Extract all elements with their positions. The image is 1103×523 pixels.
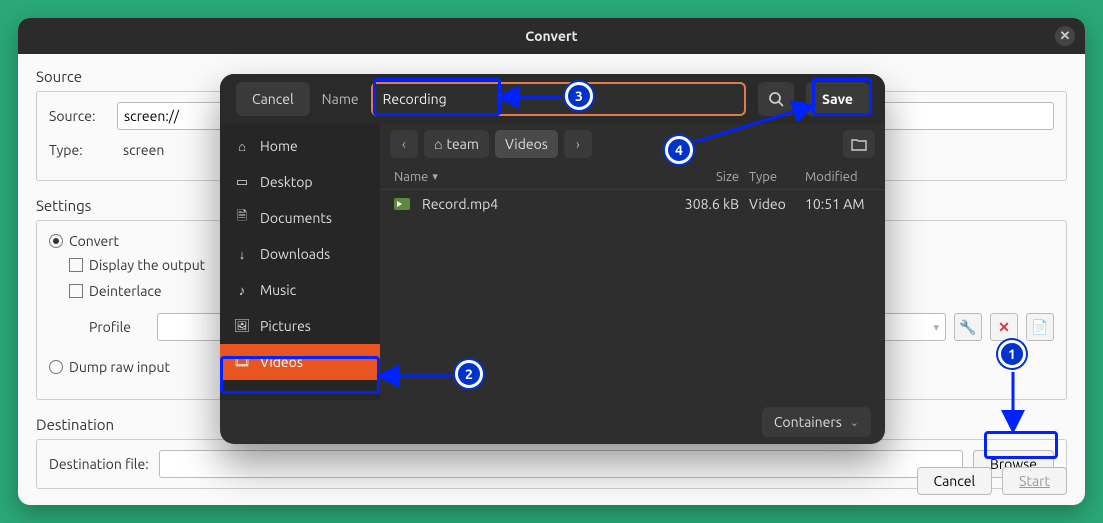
new-folder-icon[interactable] — [843, 130, 875, 158]
dest-file-label: Destination file: — [49, 456, 149, 472]
sidebar-item-downloads[interactable]: ↓ Downloads — [220, 236, 380, 272]
crumb-team[interactable]: ⌂team — [424, 130, 489, 158]
col-size-label[interactable]: Size — [669, 170, 739, 184]
places-sidebar: ⌂ Home ▭ Desktop 🗎 Documents ↓ Downloads ♪ Mu… — [220, 124, 380, 400]
cancel-button[interactable]: Cancel — [917, 467, 993, 495]
sidebar-item-label: Pictures — [260, 318, 311, 334]
destination-group: Destination file: Browse — [36, 439, 1067, 489]
music-icon: ♪ — [234, 283, 250, 298]
close-icon[interactable]: ✕ — [1055, 26, 1075, 46]
video-file-icon — [394, 198, 410, 210]
pictures-icon: 🖼 — [234, 319, 250, 334]
sidebar-item-label: Desktop — [260, 174, 313, 190]
sort-indicator-icon: ▾ — [432, 170, 438, 183]
type-label: Type: — [49, 142, 107, 158]
dump-radio-label: Dump raw input — [69, 359, 170, 375]
file-size: 308.6 kB — [669, 196, 739, 212]
filter-label: Containers — [774, 414, 842, 430]
file-type: Video — [739, 196, 795, 212]
sidebar-item-label: Music — [260, 282, 296, 298]
sidebar-item-documents[interactable]: 🗎 Documents — [220, 200, 380, 236]
sidebar-item-label: Home — [260, 138, 298, 154]
wrench-icon[interactable]: 🔧 — [954, 313, 982, 341]
desktop-icon: ▭ — [234, 175, 250, 190]
breadcrumb: ‹ ⌂team Videos › — [380, 124, 885, 164]
dest-file-input[interactable] — [159, 450, 963, 478]
file-save-dialog: Cancel Name Save ⌂ Home ▭ Desktop 🗎 Documen… — [220, 74, 885, 444]
col-name-label[interactable]: Name — [394, 170, 428, 184]
filter-combo[interactable]: Containers ⌄ — [762, 407, 871, 437]
name-label: Name — [322, 91, 359, 107]
nav-forward-icon[interactable]: › — [564, 130, 592, 158]
sidebar-item-music[interactable]: ♪ Music — [220, 272, 380, 308]
sidebar-item-desktop[interactable]: ▭ Desktop — [220, 164, 380, 200]
display-output-label: Display the output — [89, 257, 205, 273]
sidebar-item-label: Documents — [260, 210, 332, 226]
file-row[interactable]: Record.mp4 308.6 kB Video 10:51 AM — [380, 190, 885, 218]
sidebar-item-pictures[interactable]: 🖼 Pictures — [220, 308, 380, 344]
new-profile-icon[interactable]: 📄 — [1026, 313, 1054, 341]
crumb-label: Videos — [505, 136, 548, 152]
search-icon[interactable] — [758, 82, 794, 116]
sidebar-item-home[interactable]: ⌂ Home — [220, 128, 380, 164]
profile-label: Profile — [89, 319, 149, 335]
source-label: Source: — [49, 108, 107, 124]
sidebar-item-label: Downloads — [260, 246, 330, 262]
videos-icon: 🎞 — [234, 355, 250, 370]
col-modified-label[interactable]: Modified — [795, 170, 871, 184]
file-modified: 10:51 AM — [795, 196, 871, 212]
nav-back-icon[interactable]: ‹ — [390, 130, 418, 158]
home-icon: ⌂ — [234, 139, 250, 154]
titlebar: Convert ✕ — [18, 18, 1085, 54]
col-type-label[interactable]: Type — [739, 170, 795, 184]
crumb-videos[interactable]: Videos — [495, 130, 558, 158]
crumb-label: team — [446, 136, 478, 152]
sidebar-item-label: Videos — [260, 354, 303, 370]
chevron-down-icon: ⌄ — [850, 416, 859, 429]
dialog-cancel-button[interactable]: Cancel — [236, 82, 310, 116]
dump-radio[interactable]: Dump raw input — [49, 359, 170, 375]
documents-icon: 🗎 — [234, 207, 250, 229]
file-list-header: Name ▾ Size Type Modified — [380, 164, 885, 190]
filename-input[interactable] — [371, 82, 746, 116]
save-button[interactable]: Save — [806, 82, 869, 116]
convert-radio-label: Convert — [69, 233, 119, 249]
window-title: Convert — [525, 28, 577, 44]
sidebar-item-videos[interactable]: 🎞 Videos — [220, 344, 380, 380]
start-button[interactable]: Start — [1002, 467, 1067, 495]
deinterlace-label: Deinterlace — [89, 283, 162, 299]
delete-profile-icon[interactable]: ✕ — [990, 313, 1018, 341]
downloads-icon: ↓ — [234, 247, 250, 262]
home-icon: ⌂ — [434, 136, 442, 152]
convert-radio[interactable]: Convert — [49, 233, 119, 249]
file-name: Record.mp4 — [422, 196, 498, 212]
